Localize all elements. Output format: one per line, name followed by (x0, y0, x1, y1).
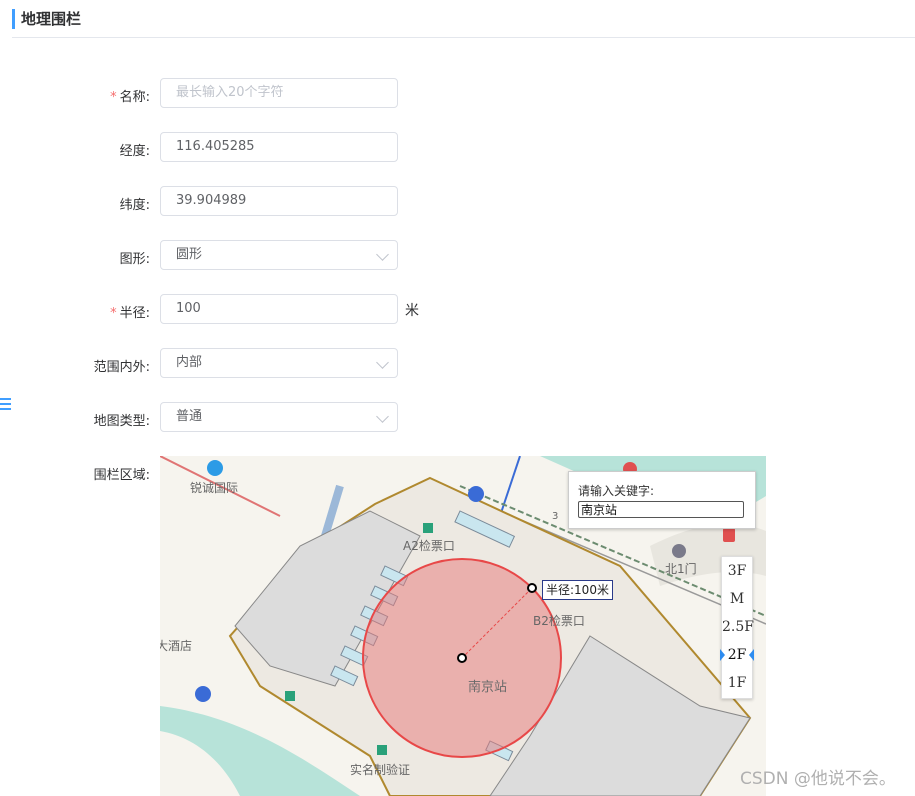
fence-radius-handle (527, 583, 537, 593)
radius-tooltip: 半径:100米 (542, 580, 613, 600)
watermark: CSDN @他说不会。 (740, 769, 896, 789)
train-icon (723, 528, 735, 542)
radius-input[interactable]: 100 (160, 294, 398, 324)
shape-select[interactable]: 圆形 (160, 240, 398, 270)
floor-m-button[interactable]: M (722, 585, 752, 613)
metro-exit-icon (672, 544, 686, 558)
road-number: 3 (552, 511, 559, 522)
gate-icon (377, 745, 387, 755)
scope-label: 范围内外: (93, 360, 150, 375)
name-label: * 名称: (110, 90, 150, 105)
map-search-panel: 请输入关键字: 南京站 (568, 471, 756, 529)
gate-icon (423, 523, 433, 533)
shape-select-value: 圆形 (176, 247, 203, 262)
area-label: 围栏区域: (93, 468, 150, 483)
longitude-label: 经度: (119, 144, 150, 159)
fence-center-marker (457, 653, 467, 663)
header-accent-bar (12, 9, 15, 29)
chevron-down-icon (376, 410, 389, 423)
fence-map[interactable]: 锐诚国际 A2检票口 B2检票口 南京站 北1门 大酒店 实名制验证 3 半径:… (160, 456, 766, 796)
radius-label: * 半径: (110, 306, 150, 321)
map-search-title: 请输入关键字: (578, 484, 655, 498)
place-label: A2检票口 (403, 539, 455, 553)
name-input[interactable]: 最长输入20个字符 (160, 78, 398, 108)
latitude-label: 纬度: (119, 198, 150, 213)
map-type-label: 地图类型: (93, 414, 150, 429)
map-type-select[interactable]: 普通 (160, 402, 398, 432)
place-label: 大酒店 (160, 639, 193, 653)
floor-2-5f-button[interactable]: 2.5F (722, 613, 754, 641)
gate-icon (285, 691, 295, 701)
floor-1f-button[interactable]: 1F (722, 669, 752, 697)
menu-toggle-icon[interactable] (0, 398, 12, 412)
place-label: B2检票口 (533, 614, 585, 628)
bus-icon (195, 686, 211, 702)
page-header: 地理围栏 (12, 6, 915, 38)
scope-select[interactable]: 内部 (160, 348, 398, 378)
chevron-down-icon (376, 356, 389, 369)
latitude-input[interactable]: 39.904989 (160, 186, 398, 216)
place-label: 南京站 (468, 680, 508, 695)
radius-unit: 米 (405, 303, 419, 319)
map-search-input[interactable]: 南京站 (578, 501, 744, 518)
building-icon (207, 460, 223, 476)
place-label: 锐诚国际 (190, 481, 239, 495)
shape-label: 图形: (119, 252, 150, 267)
metro-icon (468, 486, 484, 502)
floor-2f-button[interactable]: 2F (720, 641, 754, 669)
map-type-select-value: 普通 (176, 409, 203, 424)
scope-select-value: 内部 (176, 355, 203, 370)
place-label: 实名制验证 (350, 763, 411, 777)
floor-3f-button[interactable]: 3F (722, 557, 752, 585)
chevron-down-icon (376, 248, 389, 261)
floor-switcher: 3F M 2.5F 2F 1F (720, 556, 754, 699)
longitude-input[interactable]: 116.405285 (160, 132, 398, 162)
page-title: 地理围栏 (21, 10, 82, 28)
place-label: 北1门 (665, 562, 697, 576)
